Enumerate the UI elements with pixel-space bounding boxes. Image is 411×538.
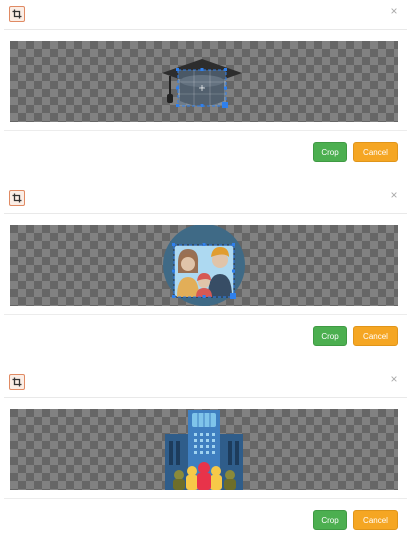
header-divider bbox=[4, 29, 407, 30]
header-divider bbox=[4, 213, 407, 214]
crop-selection[interactable] bbox=[172, 243, 236, 299]
crop-dialog-2: × Crop Cancel bbox=[0, 184, 411, 354]
cancel-button[interactable]: Cancel bbox=[353, 326, 398, 346]
crop-button[interactable]: Crop bbox=[313, 142, 347, 162]
header-divider bbox=[4, 397, 407, 398]
crop-selection[interactable] bbox=[176, 68, 228, 108]
footer-divider bbox=[4, 130, 407, 131]
footer-divider bbox=[4, 498, 407, 499]
crop-icon bbox=[9, 374, 25, 390]
crop-dialog-1: × Crop Cancel bbox=[0, 0, 411, 170]
crop-dialog-3: × Crop Cancel bbox=[0, 368, 411, 538]
crop-canvas[interactable] bbox=[10, 41, 398, 122]
footer-divider bbox=[4, 314, 407, 315]
close-button[interactable]: × bbox=[388, 372, 400, 386]
cancel-button[interactable]: Cancel bbox=[353, 510, 398, 530]
cancel-button[interactable]: Cancel bbox=[353, 142, 398, 162]
crop-canvas[interactable] bbox=[10, 225, 398, 306]
crop-button[interactable]: Crop bbox=[313, 510, 347, 530]
crop-button[interactable]: Crop bbox=[313, 326, 347, 346]
close-button[interactable]: × bbox=[388, 188, 400, 202]
crop-icon bbox=[9, 190, 25, 206]
crop-canvas[interactable] bbox=[10, 409, 398, 490]
close-button[interactable]: × bbox=[388, 4, 400, 18]
school-building-icon bbox=[165, 410, 243, 490]
crop-icon bbox=[9, 6, 25, 22]
